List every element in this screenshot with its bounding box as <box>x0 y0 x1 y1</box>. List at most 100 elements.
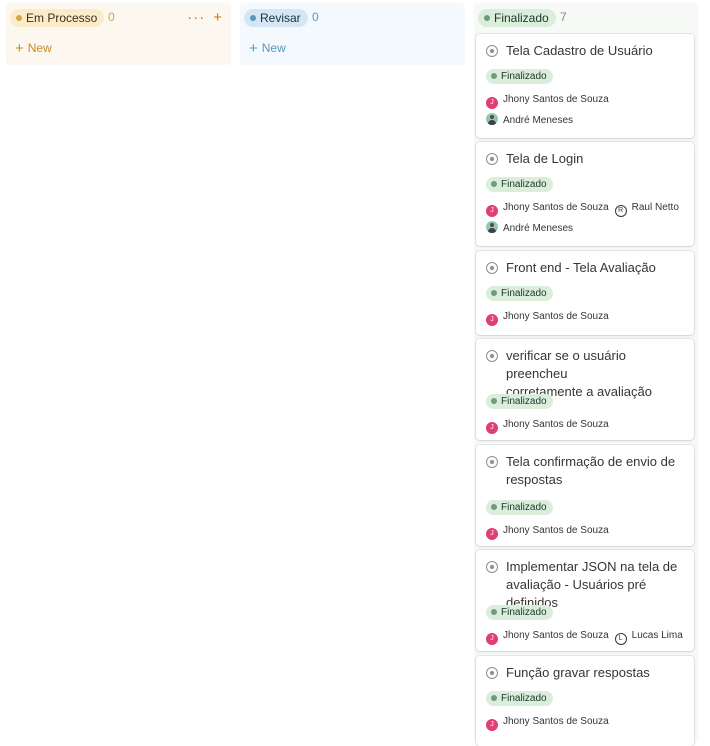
card-title-line: Front end - Tela Avaliação <box>506 260 656 275</box>
target-icon <box>486 561 498 573</box>
assignee-name: Jhony Santos de Souza <box>503 94 609 105</box>
assignees-row: J Jhony Santos de Souza L Lucas Lima <box>486 629 689 645</box>
card-title-line: respostas <box>506 472 563 487</box>
status-dot <box>491 398 497 404</box>
assignee[interactable]: J Jhony Santos de Souza <box>486 418 609 434</box>
status-dot <box>491 695 497 701</box>
column-count: 0 <box>108 10 115 24</box>
status-dot <box>491 290 497 296</box>
status-badge-label: Finalizado <box>501 179 547 190</box>
status-dot <box>491 504 497 510</box>
avatar: J <box>486 422 498 434</box>
board-column-revisar: Revisar 0 + New <box>240 3 465 65</box>
assignees-row: André Meneses <box>486 113 579 127</box>
card-title-line: Tela de Login <box>506 151 584 166</box>
task-card[interactable]: Tela de Login Finalizado J Jhony Santos de … <box>476 142 694 246</box>
status-pill[interactable]: Revisar <box>244 9 308 27</box>
status-badge: Finalizado <box>486 394 553 409</box>
status-badge: Finalizado <box>486 177 553 192</box>
column-count: 0 <box>312 10 319 24</box>
assignee-name: Jhony Santos de Souza <box>503 630 609 641</box>
task-card[interactable]: Front end - Tela Avaliação Finalizado J Jho… <box>476 251 694 335</box>
avatar: J <box>486 314 498 326</box>
target-icon <box>486 153 498 165</box>
status-badge-label: Finalizado <box>501 71 547 82</box>
avatar: J <box>486 97 498 109</box>
status-badge-label: Finalizado <box>501 396 547 407</box>
new-label: New <box>261 41 286 55</box>
assignee[interactable]: André Meneses <box>486 221 573 236</box>
assignee-name: Jhony Santos de Souza <box>503 311 609 322</box>
task-card[interactable]: Tela Cadastro de Usuário Finalizado J Jhony… <box>476 34 694 138</box>
assignee[interactable]: J Jhony Santos de Souza <box>486 93 609 109</box>
plus-icon: + <box>15 40 24 57</box>
avatar: L <box>614 633 627 645</box>
target-icon <box>486 350 498 362</box>
assignee[interactable]: André Meneses <box>486 113 573 128</box>
card-title: Tela confirmação de envio de respostas <box>486 453 686 489</box>
status-label: Revisar <box>260 11 301 25</box>
plus-icon[interactable]: + <box>213 9 223 26</box>
status-badge-label: Finalizado <box>501 607 547 618</box>
column-header: Finalizado 7 <box>474 3 698 33</box>
card-title-line: verificar se o usuário preencheu <box>506 348 626 381</box>
assignees-row: J Jhony Santos de Souza <box>486 524 615 540</box>
assignees-row: J Jhony Santos de Souza <box>486 418 615 434</box>
card-title-line: Implementar JSON na tela de <box>506 559 678 574</box>
status-badge-label: Finalizado <box>501 288 547 299</box>
card-title: Front end - Tela Avaliação <box>486 259 686 277</box>
status-badge: Finalizado <box>486 500 553 515</box>
target-icon <box>486 262 498 274</box>
card-title: Implementar JSON na tela de avaliação - U… <box>486 558 686 612</box>
target-icon <box>486 456 498 468</box>
assignees-row: J Jhony Santos de Souza R Raul Netto <box>486 201 685 217</box>
assignee[interactable]: J Jhony Santos de Souza <box>486 310 609 326</box>
status-badge: Finalizado <box>486 605 553 620</box>
status-dot <box>16 15 22 21</box>
avatar <box>486 113 498 125</box>
more-icon[interactable]: ··· <box>187 9 205 26</box>
avatar: J <box>486 528 498 540</box>
assignee[interactable]: R Raul Netto <box>614 201 679 217</box>
assignees-row: J Jhony Santos de Souza <box>486 93 615 109</box>
assignee-name: Jhony Santos de Souza <box>503 419 609 430</box>
task-card[interactable]: Função gravar respostas Finalizado J Jhony … <box>476 656 694 746</box>
assignee[interactable]: J Jhony Santos de Souza <box>486 201 609 217</box>
task-card[interactable]: Tela confirmação de envio de respostas Fin… <box>476 445 694 546</box>
status-dot <box>250 15 256 21</box>
new-item-button[interactable]: + New <box>249 39 286 57</box>
assignee[interactable]: J Jhony Santos de Souza <box>486 715 609 731</box>
plus-icon: + <box>249 40 258 57</box>
task-card[interactable]: Implementar JSON na tela de avaliação - U… <box>476 550 694 651</box>
column-actions: ··· + <box>179 9 223 26</box>
assignee[interactable]: L Lucas Lima <box>614 629 683 645</box>
card-title-line: Tela Cadastro de Usuário <box>506 43 653 58</box>
assignee-name: André Meneses <box>503 115 574 126</box>
status-badge-label: Finalizado <box>501 693 547 704</box>
status-badge: Finalizado <box>486 691 553 706</box>
status-dot <box>491 609 497 615</box>
column-header: Em Processo 0 ··· + <box>6 3 231 33</box>
assignee[interactable]: J Jhony Santos de Souza <box>486 524 609 540</box>
new-item-button[interactable]: + New <box>15 39 52 57</box>
assignee-name: Jhony Santos de Souza <box>503 716 609 727</box>
assignee-name: Lucas Lima <box>631 630 683 641</box>
task-card[interactable]: verificar se o usuário preencheu corretam… <box>476 339 694 440</box>
card-title: Tela Cadastro de Usuário <box>486 42 686 60</box>
assignee[interactable]: J Jhony Santos de Souza <box>486 629 609 645</box>
column-count: 7 <box>560 10 567 24</box>
board-column-finalizado: Finalizado 7 Tela Cadastro de Usuário Fin… <box>474 3 698 746</box>
assignees-row: André Meneses <box>486 221 579 235</box>
card-title: Função gravar respostas <box>486 664 686 682</box>
card-title-line: Tela confirmação de envio de <box>506 454 676 469</box>
target-icon <box>486 45 498 57</box>
status-badge-label: Finalizado <box>501 502 547 513</box>
status-badge: Finalizado <box>486 69 553 84</box>
target-icon <box>486 667 498 679</box>
assignee-name: André Meneses <box>503 223 574 234</box>
status-pill[interactable]: Finalizado <box>478 9 556 27</box>
status-label: Finalizado <box>494 11 549 25</box>
status-pill[interactable]: Em Processo <box>10 9 105 27</box>
avatar: J <box>486 719 498 731</box>
card-title: verificar se o usuário preencheu corretam… <box>486 347 686 401</box>
